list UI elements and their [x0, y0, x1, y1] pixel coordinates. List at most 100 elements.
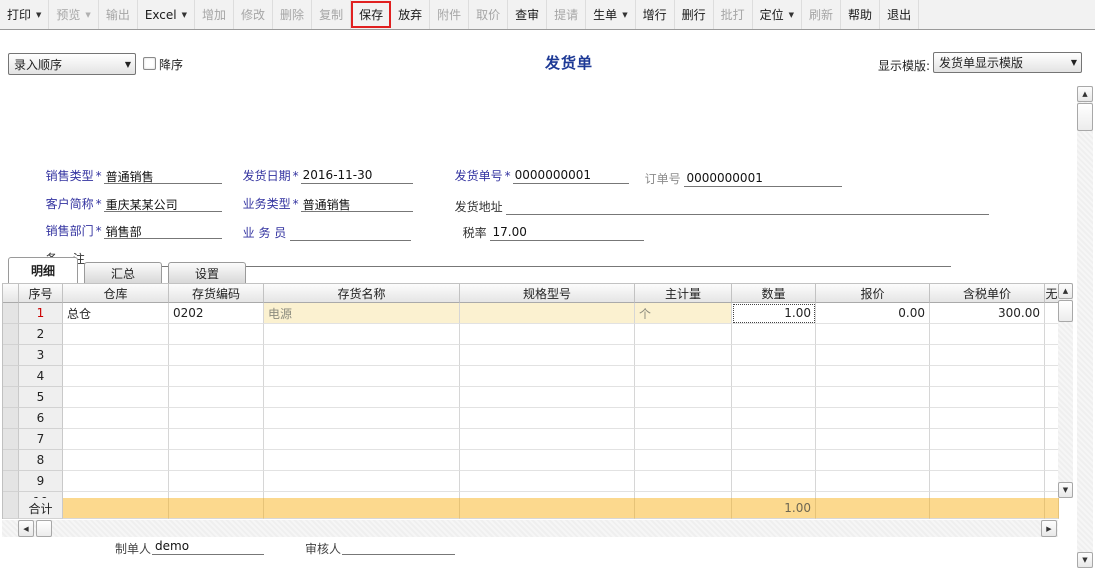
column-header[interactable]: 无 [1045, 283, 1059, 303]
grid-cell[interactable] [1045, 387, 1058, 408]
grid-cell[interactable] [1045, 429, 1058, 450]
grid-cell[interactable] [930, 345, 1045, 366]
grid-cell[interactable]: 电源 [264, 303, 460, 324]
grid-cell[interactable] [1045, 324, 1058, 345]
grid-hscrollbar[interactable] [2, 520, 1058, 537]
row-number[interactable]: 7 [19, 429, 63, 450]
descending-checkbox[interactable] [143, 57, 156, 70]
grid-cell[interactable] [264, 345, 460, 366]
grid-cell[interactable] [460, 387, 635, 408]
grid-cell[interactable] [930, 366, 1045, 387]
sort-order-select[interactable]: 录入顺序 ▼ [8, 53, 136, 75]
grid-cell[interactable] [169, 471, 264, 492]
grid-cell[interactable] [460, 429, 635, 450]
grid-cell[interactable] [732, 450, 816, 471]
grid-cell[interactable] [63, 366, 169, 387]
grid-cell[interactable] [732, 408, 816, 429]
grid-cell[interactable]: 个 [635, 303, 732, 324]
row-number[interactable]: 2 [19, 324, 63, 345]
grid-cell[interactable] [732, 345, 816, 366]
column-header[interactable]: 报价 [816, 283, 930, 303]
grid-cell[interactable] [460, 408, 635, 429]
column-header[interactable]: 序号 [19, 283, 63, 303]
grid-cell[interactable] [264, 366, 460, 387]
grid-cell[interactable] [63, 471, 169, 492]
grid-cell[interactable] [1045, 366, 1058, 387]
tab-settings[interactable]: 设置 [168, 262, 246, 283]
grid-cell[interactable] [1045, 408, 1058, 429]
grid-cell[interactable] [169, 345, 264, 366]
display-template-select[interactable]: 发货单显示模版 ▼ [933, 52, 1082, 73]
toolbar-button-save[interactable]: 保存 [351, 1, 391, 28]
row-indicator[interactable] [3, 450, 19, 471]
grid-cell[interactable] [635, 471, 732, 492]
row-number[interactable]: 3 [19, 345, 63, 366]
grid-cell[interactable] [1045, 450, 1058, 471]
page-scroll-down-icon[interactable]: ▼ [1077, 552, 1093, 568]
grid-scroll-up-icon[interactable]: ▲ [1058, 283, 1073, 299]
grid-cell[interactable] [930, 429, 1045, 450]
grid-cell[interactable] [264, 471, 460, 492]
tab-detail[interactable]: 明细 [8, 257, 78, 283]
grid-cell[interactable] [264, 324, 460, 345]
grid-cell[interactable] [264, 450, 460, 471]
toolbar-button-add-row[interactable]: 增行 [636, 0, 675, 29]
grid-cell[interactable] [816, 387, 930, 408]
grid-cell[interactable] [930, 387, 1045, 408]
grid-cell[interactable] [816, 408, 930, 429]
row-indicator[interactable] [3, 303, 19, 324]
grid-cell[interactable] [1045, 471, 1058, 492]
grid-cell[interactable] [635, 408, 732, 429]
grid-cell[interactable] [460, 303, 635, 324]
column-header[interactable]: 仓库 [63, 283, 169, 303]
grid-cell[interactable] [460, 324, 635, 345]
grid-cell[interactable] [732, 366, 816, 387]
grid-cell[interactable] [635, 429, 732, 450]
grid-scroll-right-icon[interactable]: ▶ [1041, 520, 1057, 537]
grid-cell[interactable]: 0202 [169, 303, 264, 324]
page-vscroll-thumb[interactable] [1077, 103, 1093, 131]
grid-cell[interactable] [63, 387, 169, 408]
row-indicator[interactable] [3, 345, 19, 366]
ship-no-input[interactable]: 0000000001 [513, 168, 629, 184]
row-indicator[interactable] [3, 471, 19, 492]
grid-cell[interactable] [732, 324, 816, 345]
grid-cell[interactable] [63, 429, 169, 450]
column-header[interactable]: 含税单价 [930, 283, 1045, 303]
grid-cell[interactable] [63, 450, 169, 471]
column-header[interactable]: 规格型号 [460, 283, 635, 303]
column-header[interactable]: 存货编码 [169, 283, 264, 303]
row-number[interactable]: 4 [19, 366, 63, 387]
grid-cell[interactable] [460, 450, 635, 471]
grid-cell[interactable] [169, 408, 264, 429]
grid-cell[interactable] [816, 429, 930, 450]
grid-cell[interactable] [635, 366, 732, 387]
grid-cell[interactable] [264, 429, 460, 450]
row-number[interactable]: 6 [19, 408, 63, 429]
row-number[interactable]: 8 [19, 450, 63, 471]
grid-cell[interactable] [460, 345, 635, 366]
grid-cell[interactable]: 300.00 [930, 303, 1045, 324]
row-indicator[interactable] [3, 324, 19, 345]
grid-cell[interactable] [816, 366, 930, 387]
grid-hscroll-thumb[interactable] [36, 520, 52, 537]
grid-cell[interactable] [635, 345, 732, 366]
column-header[interactable]: 存货名称 [264, 283, 460, 303]
grid-cell[interactable] [460, 366, 635, 387]
toolbar-button-delete-row[interactable]: 删行 [675, 0, 714, 29]
grid-cell[interactable] [169, 450, 264, 471]
grid-cell[interactable]: 1.00 [732, 303, 816, 324]
row-number[interactable]: 5 [19, 387, 63, 408]
grid-cell[interactable] [635, 324, 732, 345]
grid-cell[interactable] [169, 429, 264, 450]
tab-summary[interactable]: 汇总 [84, 262, 162, 283]
grid-cell[interactable] [930, 408, 1045, 429]
toolbar-button-abandon[interactable]: 放弃 [391, 0, 430, 29]
grid-cell[interactable]: 总仓 [63, 303, 169, 324]
row-indicator[interactable] [3, 387, 19, 408]
grid-cell[interactable] [169, 387, 264, 408]
page-vscrollbar[interactable] [1077, 86, 1093, 568]
column-header[interactable]: 数量 [732, 283, 816, 303]
row-indicator[interactable] [3, 366, 19, 387]
grid-cell[interactable] [930, 471, 1045, 492]
